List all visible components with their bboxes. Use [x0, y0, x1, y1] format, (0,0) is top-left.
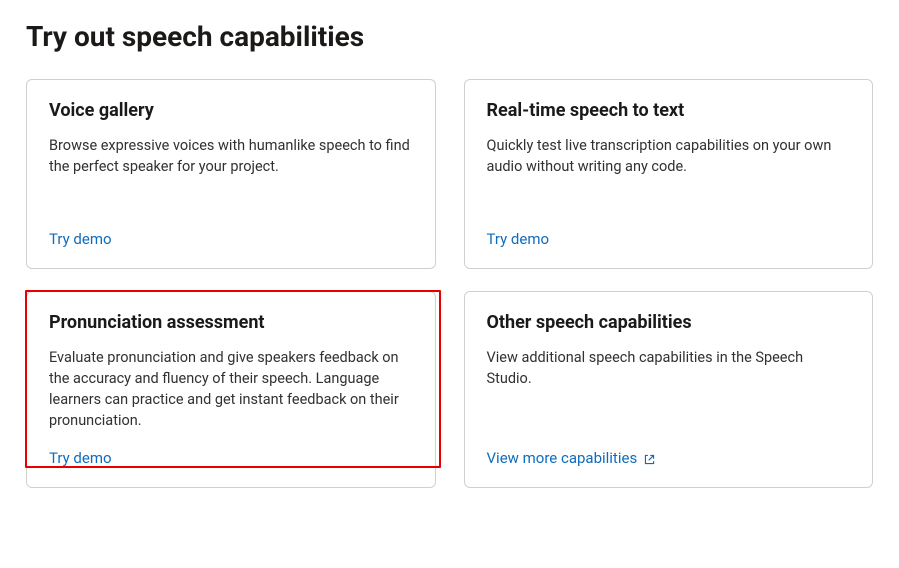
try-demo-link[interactable]: Try demo	[49, 449, 112, 467]
page-title: Try out speech capabilities	[26, 20, 873, 53]
card-title: Pronunciation assessment	[49, 312, 413, 333]
card-title: Other speech capabilities	[487, 312, 851, 333]
try-demo-link[interactable]: Try demo	[487, 230, 550, 248]
card-other-speech-capabilities: Other speech capabilities View additiona…	[464, 291, 874, 488]
card-title: Voice gallery	[49, 100, 413, 121]
card-realtime-speech-to-text: Real-time speech to text Quickly test li…	[464, 79, 874, 269]
card-description: Browse expressive voices with humanlike …	[49, 135, 413, 212]
card-title: Real-time speech to text	[487, 100, 851, 121]
card-description: View additional speech capabilities in t…	[487, 347, 851, 431]
card-pronunciation-assessment: Pronunciation assessment Evaluate pronun…	[26, 291, 436, 488]
external-link-icon	[643, 452, 656, 465]
try-demo-link[interactable]: Try demo	[49, 230, 112, 248]
link-label: View more capabilities	[487, 449, 638, 467]
view-more-capabilities-link[interactable]: View more capabilities	[487, 449, 657, 467]
capabilities-grid: Voice gallery Browse expressive voices w…	[26, 79, 873, 488]
card-description: Quickly test live transcription capabili…	[487, 135, 851, 212]
card-voice-gallery: Voice gallery Browse expressive voices w…	[26, 79, 436, 269]
card-description: Evaluate pronunciation and give speakers…	[49, 347, 413, 431]
